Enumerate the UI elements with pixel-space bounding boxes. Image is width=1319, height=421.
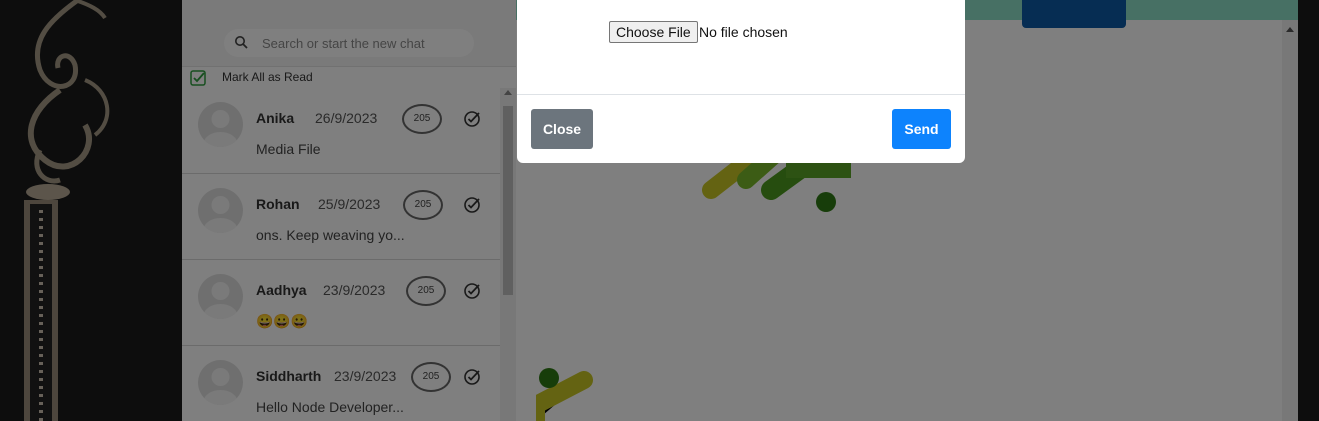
chat-app: Mark All as Read Anika 26/9/2023 205 Med…	[0, 0, 1319, 421]
modal-body: Choose File No file chosen	[517, 0, 965, 95]
choose-file-button[interactable]: Choose File	[609, 21, 698, 43]
file-upload-modal: Choose File No file chosen Close Send	[517, 0, 965, 163]
close-button[interactable]: Close	[531, 109, 593, 149]
send-button[interactable]: Send	[892, 109, 951, 149]
file-status-text: No file chosen	[699, 24, 788, 40]
